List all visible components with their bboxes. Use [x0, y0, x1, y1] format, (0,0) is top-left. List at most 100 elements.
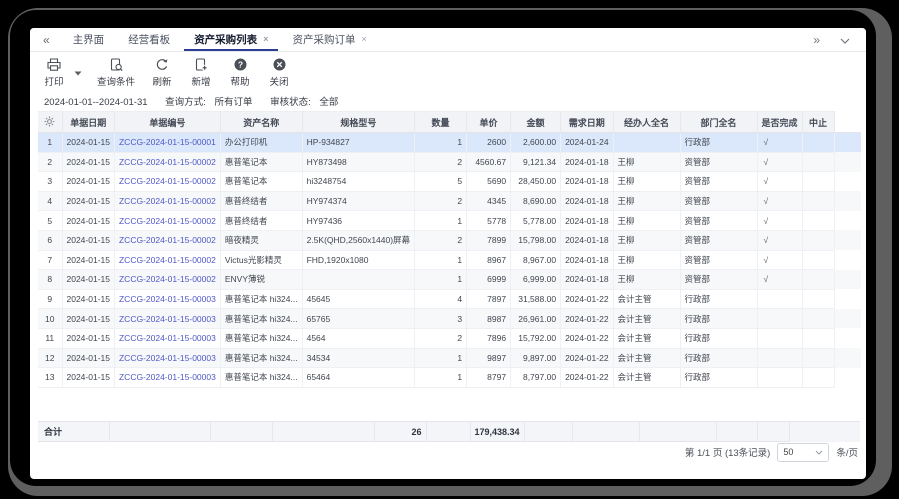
- data-grid: 单据日期单据编号资产名称规格型号数量单价金额需求日期经办人全名部门全名是否完成中…: [38, 111, 861, 388]
- cell-num: 11: [38, 328, 62, 348]
- cell-done: √: [757, 250, 802, 270]
- cell-asset: 惠普笔记本 hi324...: [220, 368, 302, 388]
- cell-handler: 会计主管: [613, 309, 680, 329]
- table-row[interactable]: 62024-01-15ZCCG-2024-01-15-00002暗夜精灵2.5K…: [38, 230, 861, 250]
- cell-date: 2024-01-15: [62, 191, 114, 211]
- cell-date: 2024-01-15: [62, 368, 114, 388]
- tab-close-icon[interactable]: ×: [263, 35, 268, 44]
- table-row[interactable]: 122024-01-15ZCCG-2024-01-15-00003惠普笔记本 h…: [38, 348, 861, 368]
- document-link[interactable]: ZCCG-2024-01-15-00002: [119, 216, 216, 226]
- cell-spec: 45645: [302, 289, 414, 309]
- table-row[interactable]: 102024-01-15ZCCG-2024-01-15-00003惠普笔记本 h…: [38, 309, 861, 329]
- cell-qty: 1: [415, 250, 467, 270]
- cell-price: 7896: [467, 328, 511, 348]
- chevrons-right-icon[interactable]: »: [813, 33, 820, 47]
- table-row[interactable]: 52024-01-15ZCCG-2024-01-15-00002惠普终结者HY9…: [38, 211, 861, 231]
- cell-need: 2024-01-22: [561, 368, 613, 388]
- pagination-summary: 第 1/1 页 (13条记录): [685, 445, 771, 459]
- column-header-price[interactable]: 单价: [467, 112, 511, 133]
- document-link[interactable]: ZCCG-2024-01-15-00003: [119, 294, 216, 304]
- page-size-value: 50: [783, 447, 793, 457]
- cell-abort: [802, 211, 834, 231]
- document-link[interactable]: ZCCG-2024-01-15-00003: [119, 333, 216, 343]
- column-header-dept[interactable]: 部门全名: [680, 112, 757, 133]
- cell-spec: HY974374: [302, 191, 414, 211]
- cell-amount: 26,961.00: [511, 309, 561, 329]
- column-header-spec[interactable]: 规格型号: [302, 112, 414, 133]
- tab-4[interactable]: 资产采购订单 ×: [280, 28, 378, 51]
- cell-spec: 34534: [302, 348, 414, 368]
- cell-num: 2: [38, 152, 62, 172]
- cell-abort: [802, 172, 834, 192]
- table-row[interactable]: 92024-01-15ZCCG-2024-01-15-00003惠普笔记本 hi…: [38, 289, 861, 309]
- chevrons-left-icon[interactable]: «: [30, 28, 61, 51]
- document-link[interactable]: ZCCG-2024-01-15-00003: [119, 372, 216, 382]
- document-link[interactable]: ZCCG-2024-01-15-00003: [119, 314, 216, 324]
- cell-dept: 资管部: [680, 191, 757, 211]
- toolbar-button-label: 关闭: [270, 74, 289, 88]
- tab-close-icon[interactable]: ×: [361, 35, 366, 44]
- cell-done: [757, 289, 802, 309]
- column-header-done[interactable]: 是否完成: [757, 112, 802, 133]
- toolbar-add-button[interactable]: 新增: [189, 56, 213, 88]
- cell-spec: HP-934827: [302, 133, 414, 153]
- document-link[interactable]: ZCCG-2024-01-15-00002: [119, 176, 216, 186]
- table-row[interactable]: 72024-01-15ZCCG-2024-01-15-00002Victus光影…: [38, 250, 861, 270]
- column-header-num[interactable]: [38, 112, 62, 133]
- table-row[interactable]: 32024-01-15ZCCG-2024-01-15-00002惠普笔记本hi3…: [38, 172, 861, 192]
- table-row[interactable]: 82024-01-15ZCCG-2024-01-15-00002ENVY薄锐16…: [38, 270, 861, 290]
- cell-handler: 会计主管: [613, 348, 680, 368]
- cell-num: 1: [38, 133, 62, 153]
- toolbar-print-button[interactable]: 打印: [42, 56, 66, 88]
- tab-label: 资产采购订单: [292, 32, 355, 47]
- tab-3[interactable]: 资产采购列表×: [182, 28, 280, 51]
- table-row[interactable]: 132024-01-15ZCCG-2024-01-15-00003惠普笔记本 h…: [38, 368, 861, 388]
- cell-need: 2024-01-18: [561, 270, 613, 290]
- cell-price: 5690: [467, 172, 511, 192]
- column-header-date[interactable]: 单据日期: [62, 112, 114, 133]
- chevron-down-icon[interactable]: [840, 31, 850, 49]
- table-row[interactable]: 42024-01-15ZCCG-2024-01-15-00002惠普终结者HY9…: [38, 191, 861, 211]
- tab-bar: « 主界面经营看板资产采购列表× 资产采购订单 × »: [30, 28, 866, 52]
- column-header-need[interactable]: 需求日期: [561, 112, 613, 133]
- tab-1[interactable]: 主界面: [61, 28, 117, 51]
- cell-abort: [802, 152, 834, 172]
- gear-icon[interactable]: [44, 119, 55, 129]
- column-header-handler[interactable]: 经办人全名: [613, 112, 680, 133]
- column-header-amount[interactable]: 金额: [511, 112, 561, 133]
- cell-done: [757, 368, 802, 388]
- column-header-doc[interactable]: 单据编号: [114, 112, 220, 133]
- table-row[interactable]: 12024-01-15ZCCG-2024-01-15-00001办公打印机HP-…: [38, 133, 861, 153]
- document-link[interactable]: ZCCG-2024-01-15-00001: [119, 137, 216, 147]
- cell-num: 7: [38, 250, 62, 270]
- document-link[interactable]: ZCCG-2024-01-15-00002: [119, 274, 216, 284]
- toolbar-refresh-button[interactable]: 刷新: [150, 56, 174, 88]
- cell-amount: 8,797.00: [511, 368, 561, 388]
- filter-audit-value: 全部: [319, 97, 338, 108]
- screenshot-stage: « 主界面经营看板资产采购列表× 资产采购订单 × » 打印查询条件 刷新新增 ?帮助关…: [0, 0, 899, 499]
- print-dropdown-caret-icon[interactable]: [74, 63, 82, 81]
- cell-amount: 31,588.00: [511, 289, 561, 309]
- toolbar-help-button[interactable]: ?帮助: [228, 56, 252, 88]
- toolbar-close-button[interactable]: 关闭: [267, 56, 291, 88]
- tab-list: 主界面经营看板资产采购列表× 资产采购订单 ×: [61, 28, 379, 51]
- cell-spec: 65464: [302, 368, 414, 388]
- tab-label: 经营看板: [128, 32, 170, 47]
- tab-2[interactable]: 经营看板: [116, 28, 182, 51]
- toolbar-button-label: 查询条件: [97, 74, 135, 88]
- table-row[interactable]: 112024-01-15ZCCG-2024-01-15-00003惠普笔记本 h…: [38, 328, 861, 348]
- column-header-abort[interactable]: 中止: [802, 112, 834, 133]
- document-link[interactable]: ZCCG-2024-01-15-00002: [119, 196, 216, 206]
- column-header-asset[interactable]: 资产名称: [220, 112, 302, 133]
- cell-date: 2024-01-15: [62, 289, 114, 309]
- column-header-qty[interactable]: 数量: [415, 112, 467, 133]
- page-size-select[interactable]: 50: [777, 443, 829, 462]
- document-link[interactable]: ZCCG-2024-01-15-00003: [119, 353, 216, 363]
- row-filler: [834, 230, 861, 250]
- document-link[interactable]: ZCCG-2024-01-15-00002: [119, 235, 216, 245]
- document-link[interactable]: ZCCG-2024-01-15-00002: [119, 157, 216, 167]
- toolbar-query-conditions-button[interactable]: 查询条件: [97, 56, 135, 88]
- table-row[interactable]: 22024-01-15ZCCG-2024-01-15-00002惠普笔记本HY8…: [38, 152, 861, 172]
- document-link[interactable]: ZCCG-2024-01-15-00002: [119, 255, 216, 265]
- cell-doc: ZCCG-2024-01-15-00002: [114, 172, 220, 192]
